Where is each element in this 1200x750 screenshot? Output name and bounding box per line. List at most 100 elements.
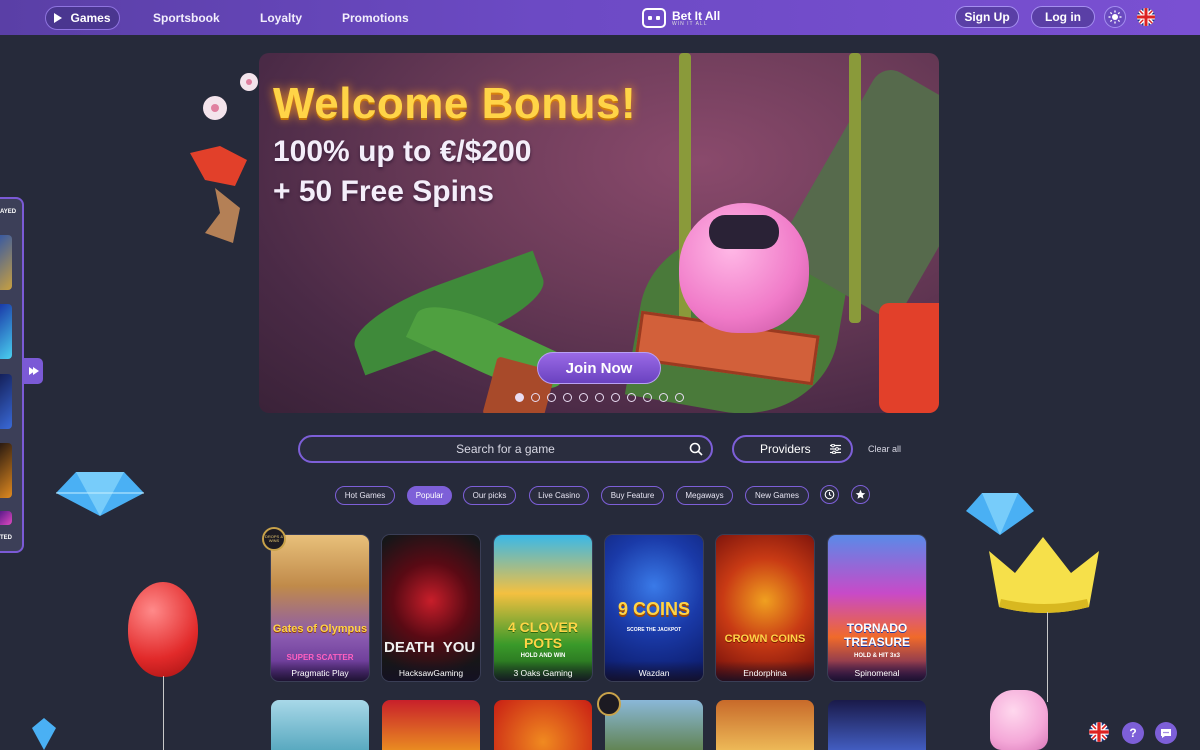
- category-live-casino[interactable]: Live Casino: [529, 486, 589, 505]
- panel-game-thumb[interactable]: [0, 374, 12, 429]
- uk-flag-icon[interactable]: [1135, 6, 1157, 28]
- category-hot-games[interactable]: Hot Games: [335, 486, 395, 505]
- carousel-dot[interactable]: [659, 393, 668, 402]
- providers-dropdown[interactable]: Providers: [732, 435, 853, 463]
- logo-name: Bet It All: [672, 8, 721, 23]
- join-now-button[interactable]: Join Now: [537, 352, 661, 384]
- star-icon[interactable]: [851, 485, 870, 504]
- game-title: 4 CLOVER POTS: [507, 619, 578, 651]
- nav-games-button[interactable]: Games: [45, 6, 120, 30]
- hero-banner[interactable]: Welcome Bonus! 100% up to €/$200 + 50 Fr…: [259, 53, 939, 413]
- chat-icon[interactable]: [1155, 722, 1177, 744]
- search-placeholder: Search for a game: [456, 442, 555, 456]
- blue-gem-decoration: [56, 472, 144, 516]
- panel-game-thumb[interactable]: [0, 304, 12, 359]
- clear-all-link[interactable]: Clear all: [868, 444, 901, 454]
- game-subtitle: HOLD AND WIN: [520, 653, 566, 659]
- signup-button[interactable]: Sign Up: [955, 6, 1019, 28]
- uk-flag-icon[interactable]: [1087, 720, 1111, 744]
- logo-icon: [642, 8, 666, 28]
- play-arrow-icon: [28, 367, 39, 375]
- panel-game-thumb[interactable]: [0, 511, 12, 525]
- crown-balloon-decoration: [989, 537, 1099, 613]
- carousel-dot[interactable]: [515, 393, 524, 402]
- game-provider: Wazdan: [605, 661, 703, 681]
- nav-link-loyalty[interactable]: Loyalty: [260, 11, 302, 25]
- panel-toggle-button[interactable]: [24, 358, 43, 384]
- blue-gem-decoration: [966, 493, 1034, 535]
- play-icon: [54, 13, 63, 23]
- carousel-dot[interactable]: [547, 393, 556, 402]
- category-our-picks[interactable]: Our picks: [463, 486, 516, 505]
- game-subtitle: YOU: [442, 639, 476, 656]
- pink-bunny-decoration: [990, 690, 1048, 750]
- game-provider: Pragmatic Play: [271, 661, 369, 681]
- game-tile[interactable]: 4 CLOVER POTS HOLD AND WIN 3 Oaks Gaming: [494, 535, 592, 681]
- red-flower: [879, 303, 939, 413]
- nav-link-promotions[interactable]: Promotions: [342, 11, 409, 25]
- game-tile[interactable]: [716, 700, 814, 750]
- carousel-dot[interactable]: [627, 393, 636, 402]
- carousel-dot[interactable]: [579, 393, 588, 402]
- help-button[interactable]: ?: [1122, 722, 1144, 744]
- game-provider: Spinomenal: [828, 661, 926, 681]
- carousel-dot[interactable]: [595, 393, 604, 402]
- game-tile[interactable]: TORNADO TREASURE HOLD & HIT 3x3 Spinomen…: [828, 535, 926, 681]
- game-title: CROWN COINS: [724, 633, 806, 645]
- panel-bottom-label: TED: [0, 535, 12, 541]
- carousel-dot[interactable]: [643, 393, 652, 402]
- game-tile[interactable]: [382, 700, 480, 750]
- game-title: Gates of Olympus: [272, 623, 368, 635]
- vine: [849, 53, 861, 323]
- site-logo[interactable]: Bet It All WIN IT ALL: [642, 6, 720, 30]
- carousel-dot[interactable]: [611, 393, 620, 402]
- balloon-string: [163, 676, 164, 750]
- drops-wins-badge-2: [597, 692, 621, 716]
- game-provider: 3 Oaks Gaming: [494, 661, 592, 681]
- drops-wins-badge: DROPS & WINS: [262, 527, 286, 551]
- pink-mascot: [679, 203, 809, 333]
- filter-icon: [830, 444, 841, 454]
- banner-offer-line1: 100% up to €/$200: [273, 135, 532, 168]
- game-provider: HacksawGaming: [382, 661, 480, 681]
- game-tile[interactable]: 9 COINS SCORE THE JACKPOT Wazdan: [605, 535, 703, 681]
- banner-offer-line2: + 50 Free Spins: [273, 175, 494, 208]
- category-popular[interactable]: Popular: [407, 486, 452, 505]
- carousel-dot[interactable]: [563, 393, 572, 402]
- flower-decoration: [190, 73, 258, 243]
- carousel-dot[interactable]: [675, 393, 684, 402]
- game-title: DEATH: [384, 639, 435, 656]
- game-subtitle: HOLD & HIT 3x3: [853, 653, 900, 659]
- category-megaways[interactable]: Megaways: [676, 486, 733, 505]
- game-subtitle: SCORE THE JACKPOT: [626, 627, 682, 633]
- game-tile[interactable]: DEATH YOU HacksawGaming: [382, 535, 480, 681]
- search-input[interactable]: Search for a game: [298, 435, 713, 463]
- login-button[interactable]: Log in: [1031, 6, 1095, 28]
- history-icon[interactable]: [820, 485, 839, 504]
- top-navigation-bar: Games Sportsbook Loyalty Promotions Bet …: [0, 0, 1200, 35]
- panel-game-thumb[interactable]: [0, 235, 12, 290]
- game-tile[interactable]: Gates of Olympus SUPER SCATTER Pragmatic…: [271, 535, 369, 681]
- nav-link-sportsbook[interactable]: Sportsbook: [153, 11, 220, 25]
- carousel-dot[interactable]: [531, 393, 540, 402]
- carousel-dots: [515, 393, 684, 402]
- game-provider: Endorphina: [716, 661, 814, 681]
- game-title: 9 COINS: [617, 599, 691, 619]
- panel-top-label: AYED: [0, 209, 17, 215]
- search-icon[interactable]: [689, 442, 703, 456]
- providers-label: Providers: [760, 442, 811, 456]
- panel-game-thumb[interactable]: [0, 443, 12, 498]
- game-tile[interactable]: [271, 700, 369, 750]
- recently-played-panel: AYED TED: [0, 197, 24, 553]
- game-title: TORNADO TREASURE: [843, 621, 910, 649]
- game-tile[interactable]: [494, 700, 592, 750]
- nav-games-label: Games: [70, 11, 111, 25]
- game-tile[interactable]: [828, 700, 926, 750]
- sun-icon[interactable]: [1104, 6, 1126, 28]
- logo-tagline: WIN IT ALL: [672, 20, 708, 27]
- balloon-string: [1047, 612, 1048, 702]
- category-new-games[interactable]: New Games: [745, 486, 809, 505]
- category-buy-feature[interactable]: Buy Feature: [601, 486, 664, 505]
- game-tile[interactable]: CROWN COINS Endorphina: [716, 535, 814, 681]
- banner-title: Welcome Bonus!: [273, 79, 637, 128]
